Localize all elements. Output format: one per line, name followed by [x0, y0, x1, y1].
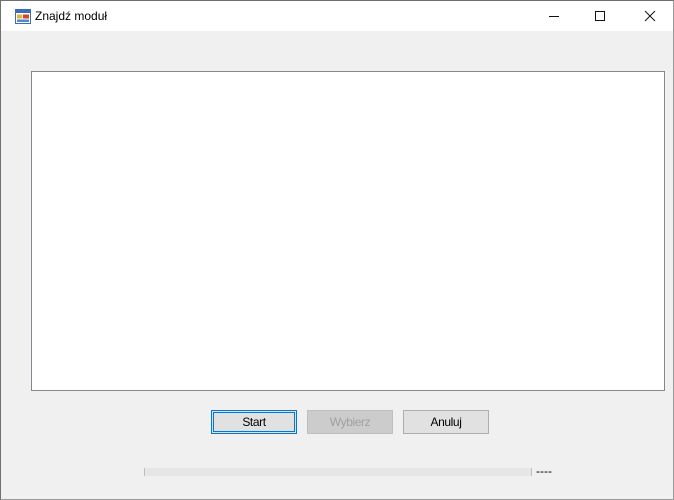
- status-text: ----: [536, 464, 552, 478]
- close-icon: [644, 10, 656, 22]
- choose-button: Wybierz: [307, 410, 393, 434]
- minimize-icon: [549, 16, 559, 17]
- find-module-dialog: Znajdź moduł Start Wybierz Anuluj ----: [0, 0, 674, 500]
- minimize-button[interactable]: [531, 1, 577, 31]
- cancel-button[interactable]: Anuluj: [403, 410, 489, 434]
- close-button[interactable]: [627, 1, 673, 31]
- start-button[interactable]: Start: [211, 410, 297, 434]
- title-bar[interactable]: Znajdź moduł: [1, 1, 673, 31]
- window-title: Znajdź moduł: [35, 9, 108, 23]
- maximize-button[interactable]: [577, 1, 623, 31]
- maximize-icon: [595, 11, 605, 21]
- progress-bar: [144, 468, 532, 476]
- module-list[interactable]: [31, 71, 665, 391]
- application-window-icon: [15, 9, 31, 24]
